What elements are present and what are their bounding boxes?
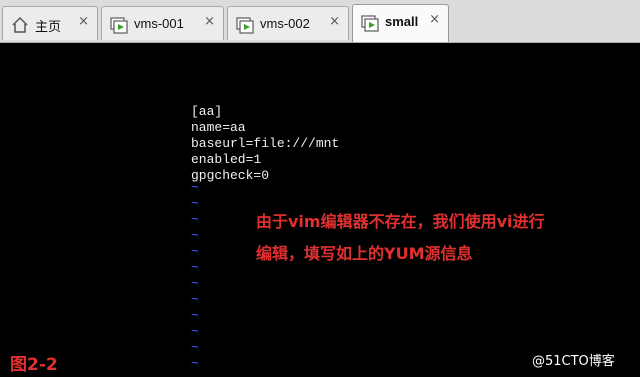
config-line: enabled=1 <box>191 152 262 167</box>
empty-line-tilde: ~ <box>191 260 199 275</box>
vm-icon <box>236 17 254 34</box>
empty-line-tilde: ~ <box>191 292 199 307</box>
tab-bar: 主页 × vms-001 × vms-002 × small × <box>0 0 640 43</box>
close-icon[interactable]: × <box>429 13 440 26</box>
tab-vms-001[interactable]: vms-001 × <box>101 6 224 40</box>
home-icon <box>12 16 28 33</box>
tab-label: 主页 <box>35 19 62 34</box>
empty-line-tilde: ~ <box>191 276 199 291</box>
tab-vms-002[interactable]: vms-002 × <box>227 6 349 40</box>
vm-icon <box>110 17 128 34</box>
annotation-line-2: 编辑，填写如上的YUM源信息 <box>256 244 473 263</box>
empty-line-tilde: ~ <box>191 356 199 371</box>
close-icon[interactable]: × <box>329 15 340 28</box>
empty-line-tilde: ~ <box>191 228 199 243</box>
config-line: [aa] <box>191 104 223 119</box>
empty-line-tilde: ~ <box>191 244 199 259</box>
close-icon[interactable]: × <box>78 15 89 28</box>
empty-line-tilde: ~ <box>191 340 199 355</box>
tab-label: vms-002 <box>260 16 310 31</box>
empty-line-tilde: ~ <box>191 212 199 227</box>
tab-small[interactable]: small × <box>352 4 449 42</box>
vm-icon <box>361 15 379 32</box>
tab-label: vms-001 <box>134 16 184 31</box>
config-line: name=aa <box>191 120 246 135</box>
empty-line-tilde: ~ <box>191 324 199 339</box>
tab-home[interactable]: 主页 × <box>2 6 98 40</box>
config-line: gpgcheck=0 <box>191 168 270 183</box>
annotation-line-1: 由于vim编辑器不存在，我们使用vi进行 <box>256 212 545 231</box>
config-line: baseurl=file:///mnt <box>191 136 340 151</box>
empty-line-tilde: ~ <box>191 196 199 211</box>
empty-line-tilde: ~ <box>191 180 199 195</box>
figure-label: 图2-2 <box>10 355 58 375</box>
close-icon[interactable]: × <box>204 15 215 28</box>
empty-line-tilde: ~ <box>191 308 199 323</box>
watermark: @51CTO博客 <box>532 354 615 369</box>
tab-label: small <box>385 14 419 29</box>
